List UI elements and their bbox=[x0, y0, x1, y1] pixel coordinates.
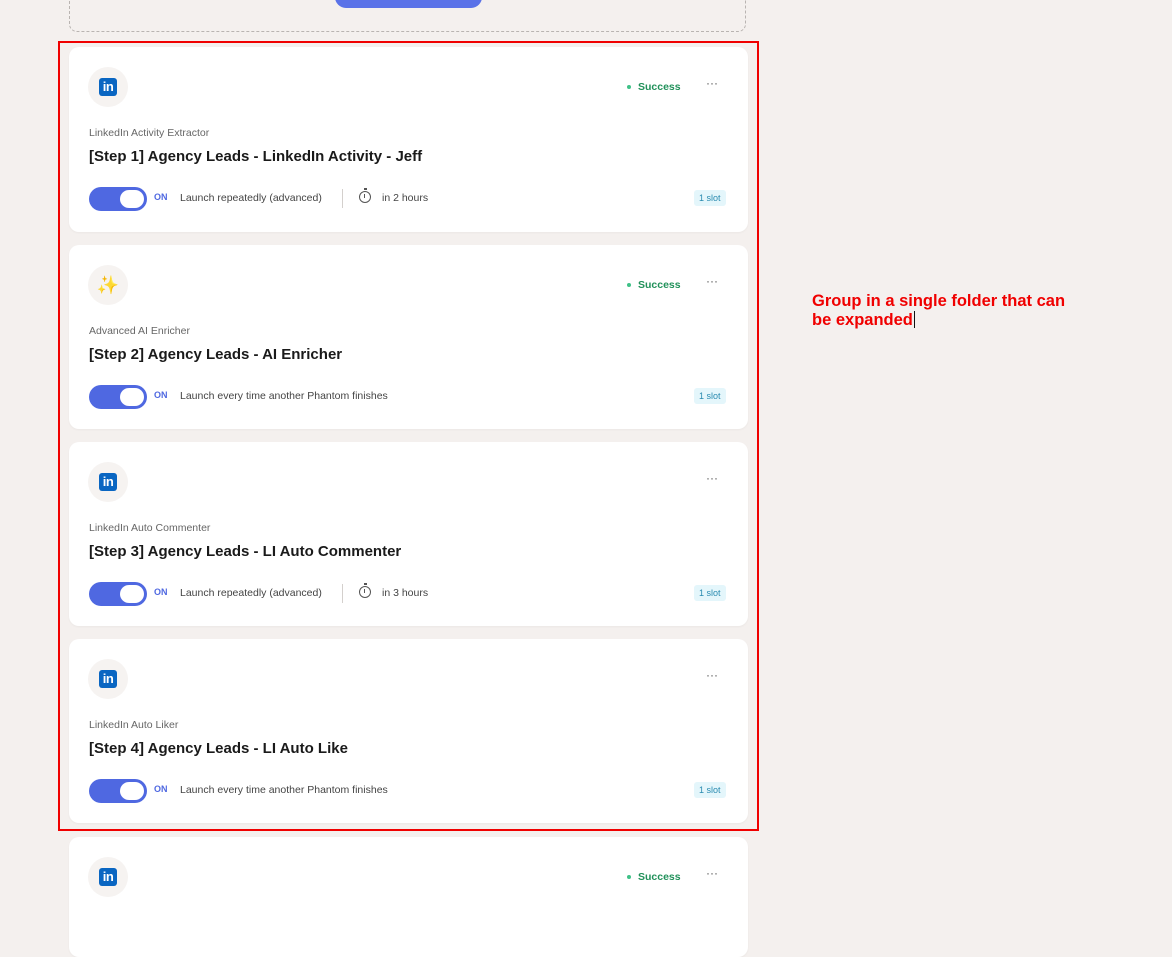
phantom-icon-container: in bbox=[88, 857, 128, 897]
text-cursor bbox=[913, 311, 915, 328]
annotation-highlight-box bbox=[58, 41, 759, 831]
status-badge: Success bbox=[627, 871, 681, 883]
more-options-icon[interactable]: ··· bbox=[705, 867, 719, 881]
linkedin-icon: in bbox=[99, 868, 117, 886]
phantom-card[interactable]: in Success ··· bbox=[69, 837, 748, 957]
annotation-note: Group in a single folder that can be exp… bbox=[812, 292, 1082, 330]
status-dot-icon bbox=[627, 875, 631, 879]
top-action-button[interactable] bbox=[335, 0, 482, 8]
status-text: Success bbox=[638, 871, 681, 883]
annotation-text: Group in a single folder that can be exp… bbox=[812, 292, 1066, 329]
